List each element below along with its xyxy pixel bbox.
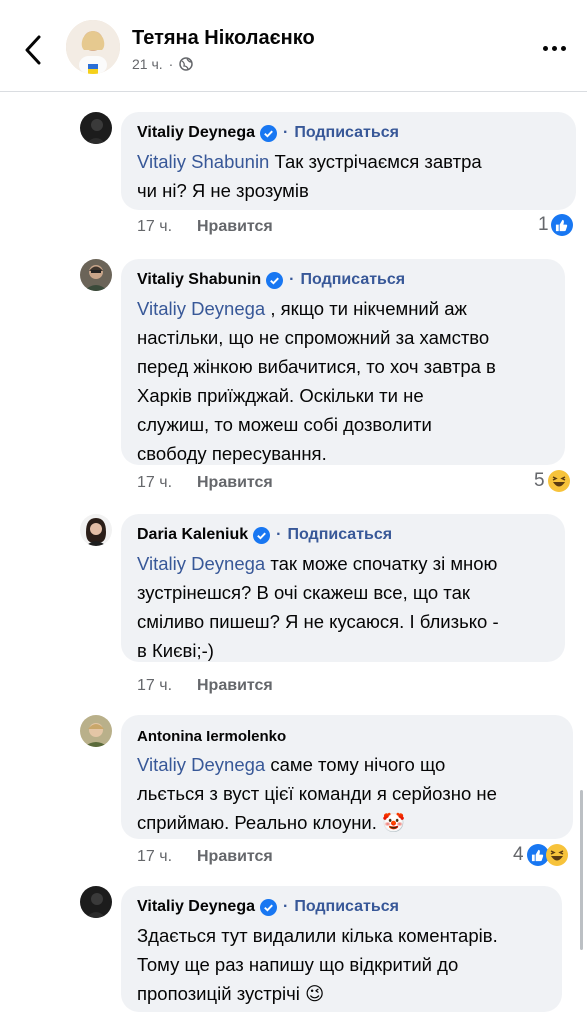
like-button[interactable]: Нравится bbox=[197, 848, 273, 866]
scrollbar[interactable] bbox=[580, 790, 583, 950]
commenter-avatar[interactable] bbox=[80, 715, 112, 747]
mention-link[interactable]: Vitaliy Shabunin bbox=[137, 151, 269, 172]
post-header: Тетяна Ніколаєнко 21 ч. · bbox=[0, 0, 587, 92]
comment-line: , якщо ти нікчемний аж bbox=[270, 298, 467, 319]
like-button[interactable]: Нравится bbox=[197, 218, 273, 236]
reaction-count: 4 bbox=[513, 844, 524, 865]
like-icon bbox=[550, 214, 573, 236]
comment-header: Vitaliy Shabunin · Подписаться bbox=[137, 268, 551, 292]
comment-time[interactable]: 17 ч. bbox=[137, 677, 197, 695]
back-button[interactable] bbox=[18, 30, 48, 70]
more-dot-icon bbox=[560, 45, 566, 51]
more-dot-icon bbox=[542, 45, 548, 51]
comment-header: Daria Kaleniuk · Подписаться bbox=[137, 523, 551, 547]
subscribe-link[interactable]: Подписаться bbox=[294, 898, 399, 916]
comment-time[interactable]: 17 ч. bbox=[137, 218, 197, 236]
subscribe-link[interactable]: Подписаться bbox=[301, 271, 406, 289]
comment-actions: 17 ч. Нравится bbox=[137, 474, 273, 492]
separator: · bbox=[282, 124, 289, 141]
comment-text: Vitaliy Deynega так може спочатку зі мно… bbox=[137, 549, 551, 665]
comment-actions: 17 ч. Нравится bbox=[137, 677, 273, 695]
comment-text: Vitaliy Deynega , якщо ти нікчемний аж н… bbox=[137, 294, 551, 468]
comment-line: Харків приїжджай. Оскільки ти не bbox=[137, 385, 424, 406]
comment-line: свободу пересування. bbox=[137, 443, 327, 464]
verified-badge-icon bbox=[259, 124, 277, 142]
commenter-avatar[interactable] bbox=[80, 886, 112, 918]
comment-line: Здається тут видалили кілька коментарів. bbox=[137, 925, 498, 946]
comment-line: так може спочатку зі мною bbox=[270, 553, 498, 574]
mention-link[interactable]: Vitaliy Deynega bbox=[137, 298, 265, 319]
commenter-name[interactable]: Vitaliy Shabunin bbox=[137, 271, 261, 289]
commenter-avatar[interactable] bbox=[80, 259, 112, 291]
reaction-summary[interactable]: 5 bbox=[534, 470, 570, 492]
more-options-button[interactable] bbox=[537, 36, 571, 60]
verified-badge-icon bbox=[253, 526, 271, 544]
comment-line: Так зустрічаємся завтра bbox=[274, 151, 482, 172]
haha-icon bbox=[545, 844, 568, 866]
meta-separator: · bbox=[168, 56, 174, 72]
comment-bubble: Vitaliy Deynega · Подписаться Vitaliy Sh… bbox=[121, 112, 576, 210]
post-time[interactable]: 21 ч. bbox=[132, 56, 163, 72]
comment-bubble: Antonina Iermolenko Vitaliy Deynega саме… bbox=[121, 715, 573, 839]
separator: · bbox=[289, 271, 295, 288]
comment-actions: 17 ч. Нравится bbox=[137, 218, 273, 236]
comment-header: Vitaliy Deynega · Подписаться bbox=[137, 895, 548, 919]
reaction-summary[interactable]: 4 bbox=[513, 844, 568, 866]
verified-badge-icon bbox=[266, 271, 284, 289]
commenter-name[interactable]: Vitaliy Deynega bbox=[137, 124, 255, 142]
commenter-name[interactable]: Vitaliy Deynega bbox=[137, 898, 255, 916]
comment-line: сміливо пишеш? Я не кусаюся. І близько - bbox=[137, 611, 499, 632]
comment-text: Здається тут видалили кілька коментарів.… bbox=[137, 921, 548, 1008]
mention-link[interactable]: Vitaliy Deynega bbox=[137, 553, 265, 574]
comment-line: саме тому нічого що bbox=[270, 754, 446, 775]
subscribe-link[interactable]: Подписаться bbox=[287, 526, 392, 544]
comment-line: зустрінешся? В очі скажеш все, що так bbox=[137, 582, 470, 603]
like-button[interactable]: Нравится bbox=[197, 677, 273, 695]
haha-icon bbox=[547, 470, 570, 492]
separator: · bbox=[276, 526, 282, 543]
comment-line: льється з вуст цієї команди я серйозно н… bbox=[137, 783, 497, 804]
comment-text: Vitaliy Deynega саме тому нічого що льєт… bbox=[137, 750, 559, 837]
chevron-left-icon bbox=[25, 35, 41, 65]
author-avatar[interactable] bbox=[66, 20, 120, 74]
comment-line: в Києві;-) bbox=[137, 640, 214, 661]
comment-actions: 17 ч. Нравится bbox=[137, 848, 273, 866]
comment-line: сприймаю. Реально клоуни. 🤡 bbox=[137, 812, 406, 833]
reaction-count: 1 bbox=[538, 214, 549, 235]
verified-badge-icon bbox=[259, 898, 277, 916]
comment-text: Vitaliy Shabunin Так зустрічаємся завтра… bbox=[137, 147, 562, 205]
comment-header: Vitaliy Deynega · Подписаться bbox=[137, 121, 562, 145]
reaction-count: 5 bbox=[534, 470, 545, 491]
comment-line: чи ні? Я не зрозумів bbox=[137, 180, 309, 201]
separator: · bbox=[282, 898, 289, 915]
globe-icon bbox=[179, 57, 194, 71]
comment-line: служиш, то можеш собі дозволити bbox=[137, 414, 432, 435]
comment-line: настільки, що не спроможний за хамство bbox=[137, 327, 490, 348]
like-button[interactable]: Нравится bbox=[197, 474, 273, 492]
comment-time[interactable]: 17 ч. bbox=[137, 848, 197, 866]
comment-line: Тому ще раз напишу що відкритий до bbox=[137, 954, 459, 975]
commenter-name[interactable]: Antonina Iermolenko bbox=[137, 728, 286, 745]
comment-line: перед жінкою вибачитися, то хоч завтра в bbox=[137, 356, 496, 377]
mention-link[interactable]: Vitaliy Deynega bbox=[137, 754, 265, 775]
post-meta: 21 ч. · bbox=[132, 56, 194, 72]
subscribe-link[interactable]: Подписаться bbox=[294, 124, 399, 142]
commenter-avatar[interactable] bbox=[80, 514, 112, 546]
commenter-name[interactable]: Daria Kaleniuk bbox=[137, 526, 248, 544]
comment-bubble: Vitaliy Shabunin · Подписаться Vitaliy D… bbox=[121, 259, 565, 465]
commenter-avatar[interactable] bbox=[80, 112, 112, 144]
author-name[interactable]: Тетяна Ніколаєнко bbox=[132, 27, 315, 50]
comment-bubble: Daria Kaleniuk · Подписаться Vitaliy Dey… bbox=[121, 514, 565, 662]
reaction-summary[interactable]: 1 bbox=[538, 214, 573, 236]
comment-time[interactable]: 17 ч. bbox=[137, 474, 197, 492]
comment-line: пропозицій зустрічі 😉 bbox=[137, 983, 325, 1004]
comment-bubble: Vitaliy Deynega · Подписаться Здається т… bbox=[121, 886, 562, 1012]
comment-header: Antonina Iermolenko bbox=[137, 724, 559, 748]
more-dot-icon bbox=[551, 45, 557, 51]
